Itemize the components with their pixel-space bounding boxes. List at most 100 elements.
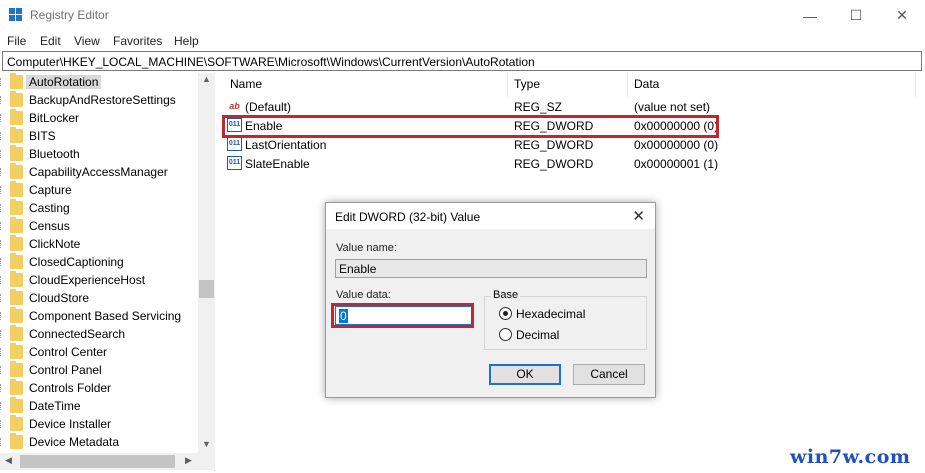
tree-item[interactable]: ClosedCaptioning (0, 253, 197, 271)
dialog-title: Edit DWORD (32-bit) Value (335, 210, 481, 224)
tree-scroll-thumb[interactable] (199, 280, 214, 298)
tree-connector (0, 294, 3, 302)
tree-connector (0, 222, 3, 230)
tree-hscroll-thumb[interactable] (20, 455, 175, 468)
edit-dword-dialog: Edit DWORD (32-bit) Value ✕ Value name: … (325, 202, 656, 398)
tree-item[interactable]: Casting (0, 199, 197, 217)
folder-icon (10, 361, 23, 377)
menu-favorites[interactable]: Favorites (113, 34, 162, 48)
tree-item[interactable]: BitLocker (0, 109, 197, 127)
value-name: (Default) (245, 100, 292, 114)
scroll-left-icon[interactable]: ◀ (5, 455, 12, 466)
decimal-radio[interactable] (499, 328, 512, 341)
tree-item[interactable]: CloudStore (0, 289, 197, 307)
scroll-down-icon[interactable]: ▼ (198, 439, 215, 449)
folder-icon (10, 343, 23, 359)
tree-connector (0, 420, 3, 428)
tree-item-label: Control Panel (29, 363, 102, 377)
folder-icon (10, 433, 23, 449)
tree-item[interactable]: Controls Folder (0, 379, 197, 397)
tree-horizontal-scrollbar[interactable]: ◀ ▶ (0, 453, 215, 470)
folder-icon (10, 217, 23, 233)
folder-icon (10, 73, 23, 89)
tree-connector (0, 438, 3, 446)
enable-row-highlight (222, 115, 719, 138)
tree-connector (0, 114, 3, 122)
column-data[interactable]: Data (634, 77, 659, 97)
value-row[interactable]: ab (Default) REG_SZ (value not set) (221, 97, 821, 116)
hexadecimal-label[interactable]: Hexadecimal (516, 307, 585, 321)
ok-button[interactable]: OK (489, 364, 561, 385)
tree-item-label: ConnectedSearch (29, 327, 126, 341)
address-bar[interactable]: Computer\HKEY_LOCAL_MACHINE\SOFTWARE\Mic… (2, 51, 922, 71)
tree-item[interactable]: AutoRotation (0, 73, 197, 91)
tree-item[interactable]: BackupAndRestoreSettings (0, 91, 197, 109)
tree-connector (0, 384, 3, 392)
tree-item[interactable]: Device Installer (0, 415, 197, 433)
tree-connector (0, 258, 3, 266)
column-divider[interactable] (627, 73, 628, 97)
watermark: win7w.com (790, 446, 911, 468)
value-row[interactable]: 011 SlateEnable REG_DWORD 0x00000001 (1) (221, 154, 821, 173)
tree-item[interactable]: CapabilityAccessManager (0, 163, 197, 181)
column-divider[interactable] (915, 73, 916, 97)
tree-item[interactable]: ConnectedSearch (0, 325, 197, 343)
tree-item[interactable]: Component Based Servicing (0, 307, 197, 325)
base-label: Base (491, 289, 521, 301)
tree-item-label: Bluetooth (29, 147, 80, 161)
tree-item[interactable]: ClickNote (0, 235, 197, 253)
tree-item-label: Census (29, 219, 70, 233)
tree-item[interactable]: Device Metadata (0, 433, 197, 451)
folder-icon (10, 199, 23, 215)
tree-vertical-scrollbar[interactable]: ▲ ▼ (198, 73, 215, 453)
folder-icon (10, 271, 23, 287)
column-divider[interactable] (507, 73, 508, 97)
menu-edit[interactable]: Edit (40, 34, 61, 48)
column-type[interactable]: Type (514, 77, 540, 97)
tree-item[interactable]: Control Center (0, 343, 197, 361)
menu-file[interactable]: File (7, 34, 26, 48)
tree-connector (0, 348, 3, 356)
scroll-up-icon[interactable]: ▲ (198, 74, 215, 84)
tree-item[interactable]: BITS (0, 127, 197, 145)
tree-connector (0, 186, 3, 194)
tree-connector (0, 276, 3, 284)
scroll-right-icon[interactable]: ▶ (185, 455, 192, 466)
decimal-label[interactable]: Decimal (516, 328, 559, 342)
tree-item[interactable]: Capture (0, 181, 197, 199)
value-data: 0x00000000 (0) (634, 138, 719, 152)
menu-view[interactable]: View (74, 34, 100, 48)
value-data: 0x00000001 (1) (634, 157, 719, 171)
value-name-label: Value name: (336, 242, 397, 254)
tree-item[interactable]: Control Panel (0, 361, 197, 379)
folder-icon (10, 235, 23, 251)
dword-value-icon: 011 (227, 156, 242, 170)
value-name: SlateEnable (245, 157, 310, 171)
tree-item[interactable]: CloudExperienceHost (0, 271, 197, 289)
tree-item-label: CloudExperienceHost (29, 273, 146, 287)
folder-icon (10, 325, 23, 341)
dialog-close-icon[interactable]: ✕ (632, 207, 645, 225)
tree-connector (0, 168, 3, 176)
minimize-button[interactable]: — (787, 0, 833, 31)
menu-help[interactable]: Help (174, 34, 199, 48)
tree-item-label: CloudStore (29, 291, 90, 305)
folder-icon (10, 109, 23, 125)
dword-value-icon: 011 (227, 137, 242, 151)
hexadecimal-radio[interactable] (499, 307, 512, 320)
tree-connector (0, 96, 3, 104)
close-button[interactable]: ✕ (879, 0, 925, 31)
folder-icon (10, 415, 23, 431)
cancel-button[interactable]: Cancel (573, 364, 645, 385)
tree-item[interactable]: Census (0, 217, 197, 235)
maximize-button[interactable]: ☐ (833, 0, 879, 31)
tree-item-label: DateTime (29, 399, 81, 413)
value-data-highlight (331, 303, 474, 328)
folder-icon (10, 397, 23, 413)
tree-item[interactable]: Bluetooth (0, 145, 197, 163)
tree-item-label: BackupAndRestoreSettings (29, 93, 176, 107)
tree-item-label: ClickNote (29, 237, 81, 251)
base-group: Base Hexadecimal Decimal (484, 289, 647, 350)
tree-item[interactable]: DateTime (0, 397, 197, 415)
column-name[interactable]: Name (230, 77, 262, 97)
